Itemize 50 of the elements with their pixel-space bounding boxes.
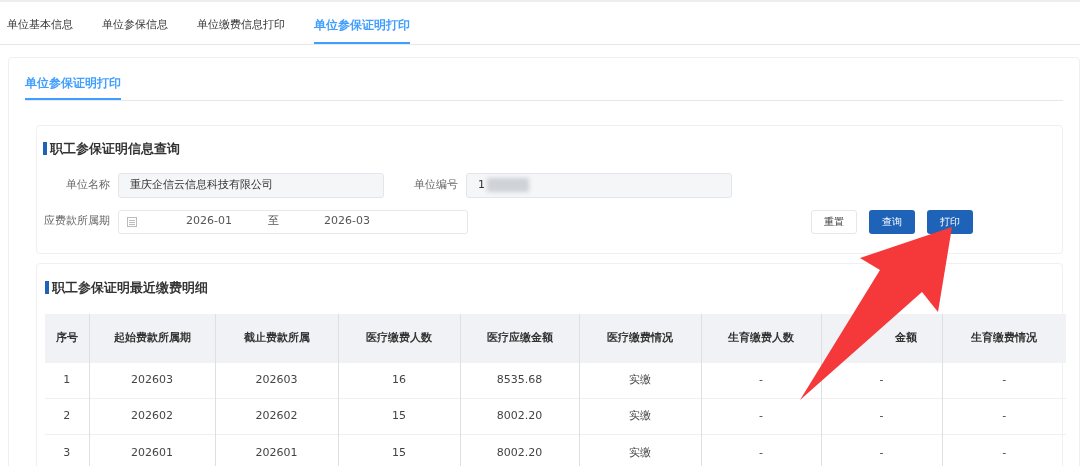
table-cell: 实缴 — [579, 362, 701, 399]
section-title: 职工参保证明最近缴费明细 — [52, 279, 208, 297]
table-cell: 202602 — [89, 398, 215, 435]
column-header: 生育缴费人数 — [701, 313, 821, 363]
table-cell: 2 — [45, 398, 89, 435]
table-cell: 8002.20 — [460, 434, 579, 466]
date-range-field[interactable]: 2026-01 至 2026-03 — [118, 209, 468, 234]
table-cell: 202601 — [215, 434, 338, 466]
table-cell: - — [821, 434, 942, 466]
action-button[interactable]: 重置 — [811, 209, 857, 234]
table-cell: 202603 — [89, 362, 215, 399]
field-label: 单位名称 — [65, 176, 110, 193]
table-cell: 实缴 — [579, 434, 701, 466]
table-cell: 8002.20 — [460, 398, 579, 435]
table-cell: 202603 — [215, 362, 338, 399]
text-field[interactable]: 重庆企信云信息科技有限公司 — [118, 172, 384, 198]
table-cell: 202601 — [89, 434, 215, 466]
column-header: 医疗应缴金额 — [460, 313, 579, 363]
table-cell: 15 — [338, 398, 460, 435]
tab[interactable]: 单位基本信息 — [7, 16, 73, 44]
table-cell: 1 — [45, 362, 89, 399]
column-header: 医疗缴费人数 — [338, 313, 460, 363]
column-header: 起始费款所属期 — [89, 313, 215, 363]
table-cell: 16 — [338, 362, 460, 399]
table-cell: 15 — [338, 434, 460, 466]
redaction-blur — [487, 178, 529, 192]
action-button[interactable]: 查询 — [869, 209, 915, 234]
field-label: 应费款所属期 — [43, 213, 110, 230]
field-label: 单位编号 — [413, 176, 458, 193]
table-cell: - — [942, 362, 1066, 399]
title-marker-icon — [45, 281, 49, 295]
table-cell: 8535.68 — [460, 362, 579, 399]
table-cell: 实缴 — [579, 398, 701, 435]
tab[interactable]: 单位参保信息 — [102, 16, 168, 44]
column-header: 序号 — [45, 313, 89, 363]
column-header: 生育缴费情况 — [942, 313, 1066, 363]
table-cell: 202602 — [215, 398, 338, 435]
calendar-icon — [127, 216, 137, 227]
section-title: 职工参保证明信息查询 — [50, 140, 180, 158]
title-marker-icon — [43, 142, 47, 156]
tab[interactable]: 单位缴费信息打印 — [197, 16, 285, 44]
table-cell: - — [701, 434, 821, 466]
action-button[interactable]: 打印 — [927, 209, 973, 234]
table-cell: 3 — [45, 434, 89, 466]
table-cell: - — [701, 398, 821, 435]
table-cell: - — [942, 434, 1066, 466]
table-cell: - — [942, 398, 1066, 435]
text-field[interactable]: 1 — [466, 172, 732, 198]
column-header: 截止费款所属 — [215, 313, 338, 363]
column-header: 医疗缴费情况 — [579, 313, 701, 363]
